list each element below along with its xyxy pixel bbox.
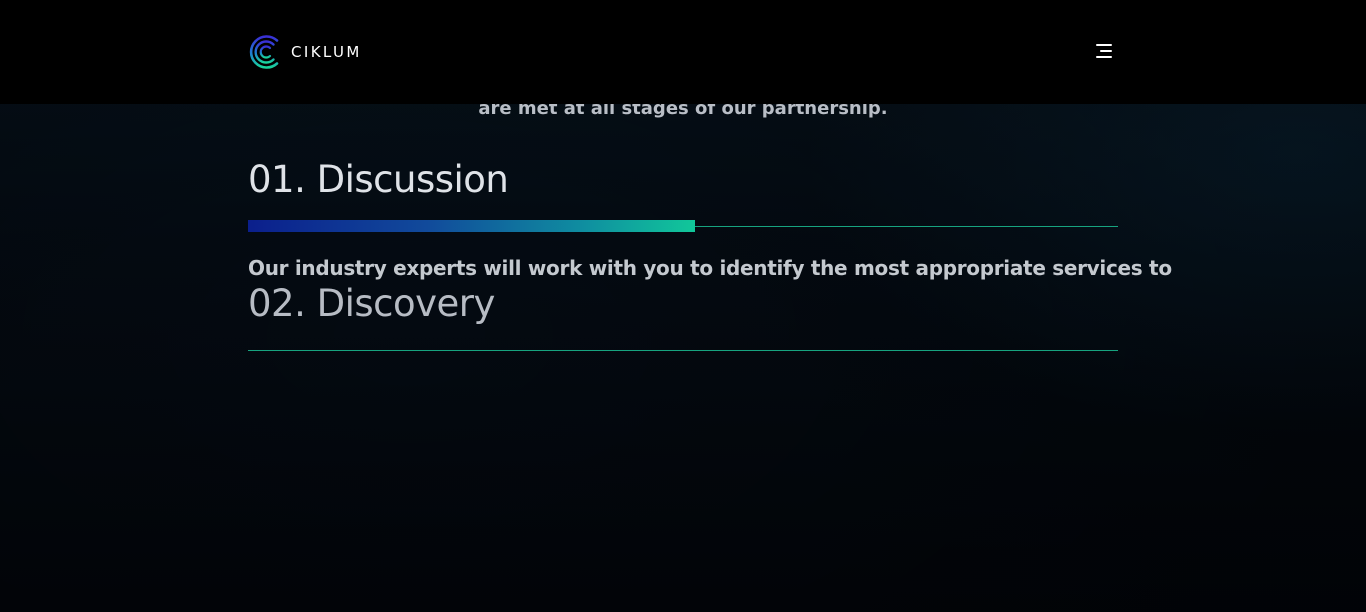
hamburger-menu-icon (1096, 44, 1112, 46)
step-description-discussion: Our industry experts will work with you … (248, 256, 1172, 280)
ciklum-logo-icon (249, 35, 279, 69)
hamburger-menu-icon-line (1096, 56, 1112, 58)
step-progress-bar (248, 220, 695, 232)
hamburger-menu-icon-line (1100, 50, 1112, 52)
menu-button[interactable] (1092, 40, 1116, 64)
step-divider-discovery (248, 350, 1118, 351)
step-title-discovery[interactable]: 02. Discovery (248, 282, 495, 326)
ciklum-logo[interactable]: CIKLUM (248, 34, 362, 70)
logo-wordmark: CIKLUM (291, 43, 362, 61)
site-header: CIKLUM (0, 0, 1366, 104)
page: CIKLUM are met at all stages of our part… (0, 0, 1366, 612)
step-title-discussion[interactable]: 01. Discussion (248, 158, 509, 202)
